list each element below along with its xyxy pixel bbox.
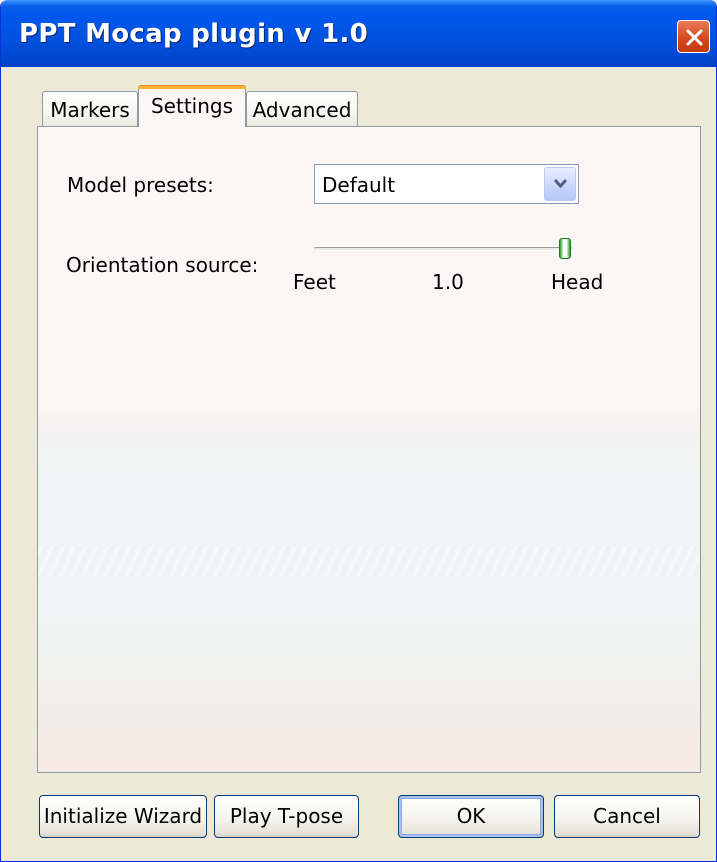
tab-markers[interactable]: Markers xyxy=(42,91,138,127)
panel-texture xyxy=(38,547,700,577)
window-title: PPT Mocap plugin v 1.0 xyxy=(19,19,369,49)
initialize-wizard-button[interactable]: Initialize Wizard xyxy=(39,795,207,838)
orientation-source-label: Orientation source: xyxy=(66,253,259,277)
dialog-window: PPT Mocap plugin v 1.0 Markers Settings … xyxy=(0,0,717,862)
close-icon xyxy=(686,29,703,46)
active-tab-indicator xyxy=(138,85,246,89)
model-presets-value: Default xyxy=(322,173,396,197)
title-bar[interactable]: PPT Mocap plugin v 1.0 xyxy=(1,0,716,67)
orientation-slider-track[interactable] xyxy=(314,247,572,251)
cancel-button[interactable]: Cancel xyxy=(554,795,700,838)
ok-button[interactable]: OK xyxy=(398,795,544,838)
model-presets-label: Model presets: xyxy=(67,173,214,197)
slider-max-label: Head xyxy=(551,270,604,294)
tab-settings[interactable]: Settings xyxy=(138,85,246,127)
dropdown-button[interactable] xyxy=(544,167,576,201)
tab-advanced[interactable]: Advanced xyxy=(246,91,358,127)
close-button[interactable] xyxy=(677,20,710,53)
slider-value-label: 1.0 xyxy=(432,270,464,294)
tab-advanced-label: Advanced xyxy=(252,98,352,122)
orientation-slider-thumb[interactable] xyxy=(559,238,571,259)
play-tpose-button[interactable]: Play T-pose xyxy=(214,795,359,838)
slider-min-label: Feet xyxy=(293,270,336,294)
chevron-down-icon xyxy=(553,178,568,189)
tab-markers-label: Markers xyxy=(50,98,130,122)
tab-settings-label: Settings xyxy=(150,94,234,118)
settings-panel: Model presets: Default Orientation sourc… xyxy=(37,126,701,773)
model-presets-select[interactable]: Default xyxy=(314,164,579,204)
